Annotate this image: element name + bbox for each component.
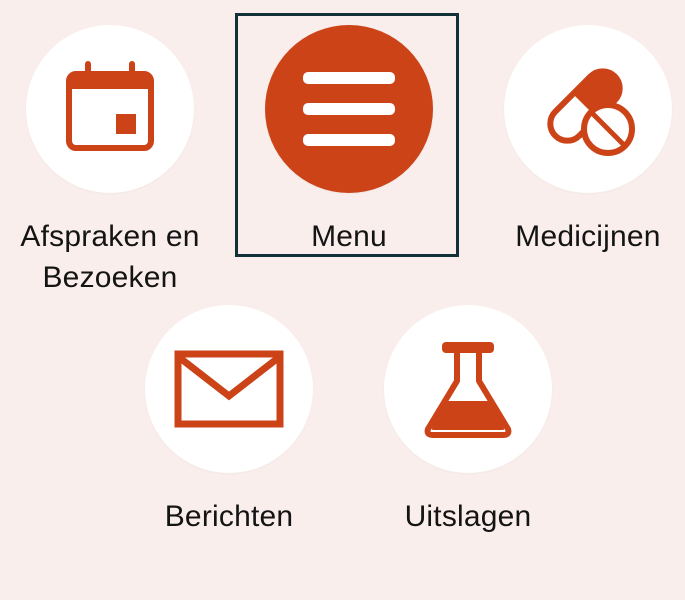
tile-medicines[interactable]: Medicijnen: [493, 25, 683, 257]
tile-menu-label: Menu: [311, 220, 387, 253]
tile-appointments[interactable]: Afspraken en Bezoeken: [15, 25, 205, 298]
tile-appointments-label: Afspraken en Bezoeken: [20, 220, 200, 294]
tile-medicines-circle[interactable]: [504, 25, 672, 193]
lab-flask-icon: [418, 339, 518, 439]
tile-messages-label: Berichten: [164, 500, 294, 533]
tile-medicines-label: Medicijnen: [515, 220, 661, 253]
calendar-icon: [60, 59, 160, 159]
tile-menu-circle[interactable]: [265, 25, 433, 193]
tile-messages-circle[interactable]: [145, 305, 313, 473]
tile-results-label: Uitslagen: [404, 500, 532, 533]
tile-results[interactable]: Uitslagen: [373, 305, 563, 537]
pill-capsule-icon: [533, 54, 643, 164]
tile-results-circle[interactable]: [384, 305, 552, 473]
tile-menu[interactable]: Menu: [254, 25, 444, 257]
tile-messages[interactable]: Berichten: [134, 305, 324, 537]
hamburger-menu-icon: [299, 64, 399, 154]
tile-appointments-circle[interactable]: [26, 25, 194, 193]
envelope-icon: [174, 349, 284, 429]
